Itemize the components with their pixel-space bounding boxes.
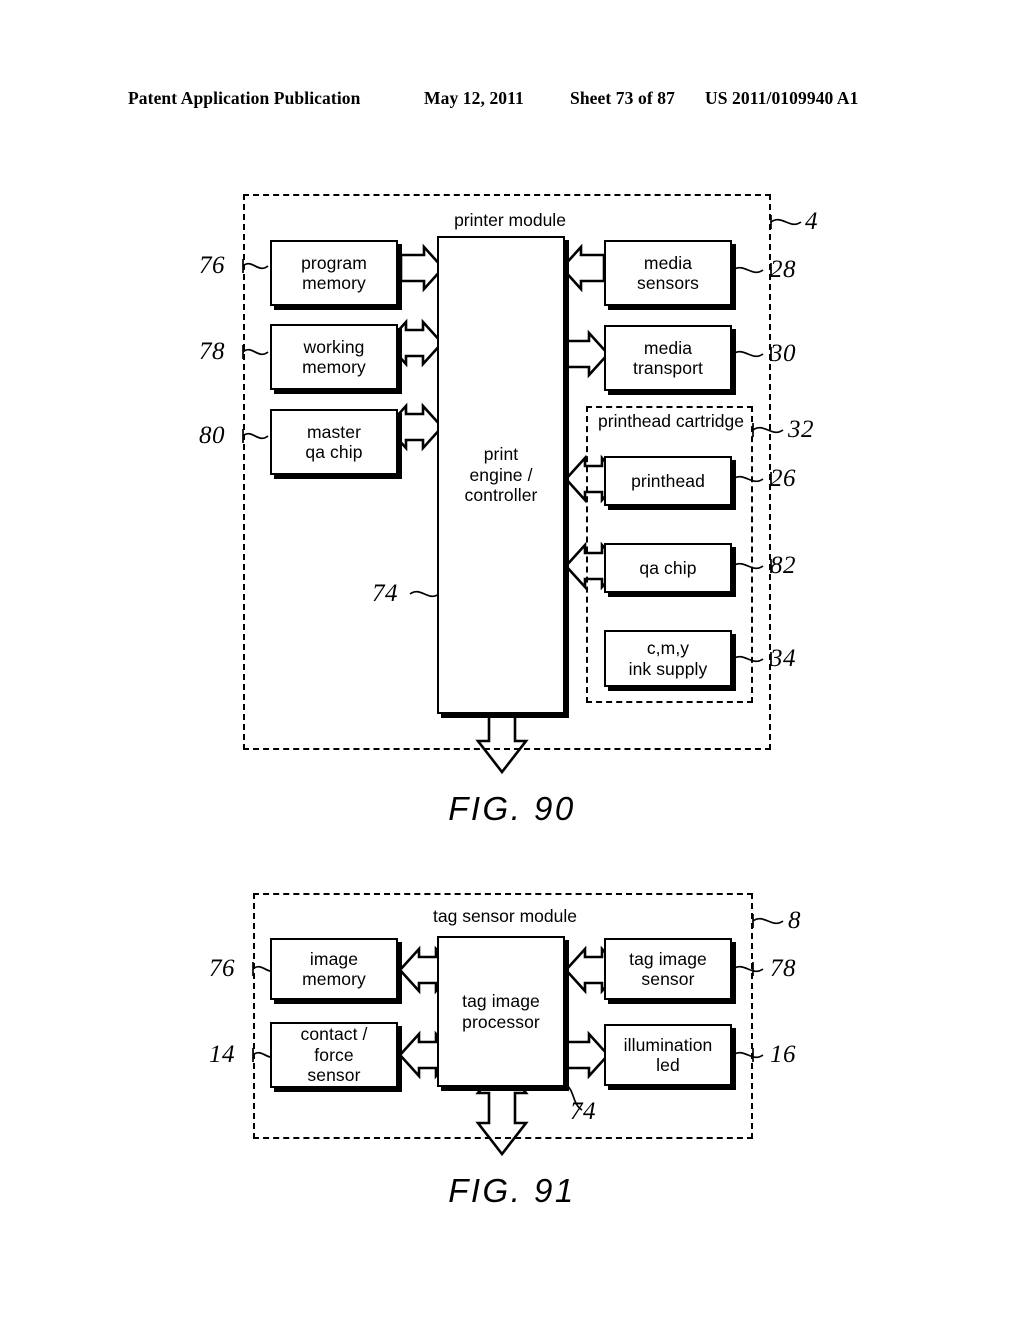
figure-91-caption: FIG. 91 (448, 1172, 576, 1209)
program-memory-line1: program (301, 252, 367, 273)
contact-force-sensor-line2: force (314, 1044, 354, 1065)
qa-chip-line1: qa chip (639, 557, 697, 578)
print-engine-line2: engine / (469, 464, 533, 485)
contact-force-sensor-line3: sensor (307, 1065, 361, 1086)
tag-image-sensor-line1: tag image (629, 948, 707, 969)
working-memory-line1: working (303, 336, 365, 357)
block-program-memory: program memory (270, 240, 398, 306)
cmy-ink-supply-line1: c,m,y (646, 638, 690, 659)
printer-module-label: printer module (454, 210, 566, 230)
ref-28: 28 (770, 256, 796, 283)
ref-78: 78 (199, 338, 225, 365)
block-master-qa-chip: master qa chip (270, 409, 398, 475)
block-cmy-ink-supply: c,m,y ink supply (604, 630, 732, 687)
block-printhead: printhead (604, 456, 732, 506)
ref-4: 4 (805, 208, 818, 235)
master-qa-chip-line1: master (306, 421, 362, 442)
block-illumination-led: illumination led (604, 1024, 732, 1086)
cmy-ink-supply-line2: ink supply (628, 658, 708, 679)
tag-image-sensor-line2: sensor (641, 969, 695, 989)
block-contact-force-sensor: contact / force sensor (270, 1022, 398, 1088)
media-sensors-line2: sensors (637, 273, 699, 293)
print-engine-line1: print (483, 444, 519, 465)
media-transport-line1: media (643, 337, 693, 358)
tag-sensor-module-label: tag sensor module (433, 906, 577, 926)
ref-30: 30 (770, 340, 796, 367)
ref-91-14: 14 (209, 1041, 235, 1068)
ref-91-16: 16 (770, 1041, 796, 1068)
image-memory-line2: memory (302, 969, 366, 989)
illumination-led-line1: illumination (623, 1034, 713, 1055)
ref-82: 82 (770, 552, 796, 579)
working-memory-line2: memory (302, 357, 366, 377)
ref-91-8: 8 (788, 907, 801, 934)
ref-32: 32 (788, 416, 814, 443)
image-memory-line1: image (309, 948, 359, 969)
printhead-line1: printhead (631, 470, 705, 491)
block-tag-image-processor: tag image processor (437, 936, 565, 1087)
ref-26: 26 (770, 465, 796, 492)
master-qa-chip-line2: qa chip (305, 442, 363, 462)
block-media-transport: media transport (604, 325, 732, 391)
block-qa-chip: qa chip (604, 543, 732, 593)
ref-91-78: 78 (770, 955, 796, 982)
ref-91-76: 76 (209, 955, 235, 982)
figure-90-caption: FIG. 90 (448, 790, 576, 827)
program-memory-line2: memory (302, 273, 366, 293)
print-engine-line3: controller (464, 485, 538, 506)
block-image-memory: image memory (270, 938, 398, 1000)
block-working-memory: working memory (270, 324, 398, 390)
contact-force-sensor-line1: contact / (300, 1024, 368, 1045)
ref-74: 74 (372, 580, 398, 607)
block-print-engine-controller: print engine / controller (437, 236, 565, 714)
ref-76: 76 (199, 252, 225, 279)
block-media-sensors: media sensors (604, 240, 732, 306)
printhead-cartridge-label: printhead cartridge (596, 411, 746, 431)
ref-91-74: 74 (570, 1098, 596, 1125)
media-sensors-line1: media (643, 252, 693, 273)
block-tag-image-sensor: tag image sensor (604, 938, 732, 1000)
ref-34: 34 (770, 645, 796, 672)
printhead-cartridge-label-line1: printhead cartridge (598, 411, 744, 431)
ref-80: 80 (199, 422, 225, 449)
tag-image-processor-line2: processor (462, 1011, 540, 1032)
illumination-led-line2: led (656, 1055, 680, 1075)
tag-image-processor-line1: tag image (462, 991, 540, 1012)
media-transport-line2: transport (633, 358, 703, 378)
